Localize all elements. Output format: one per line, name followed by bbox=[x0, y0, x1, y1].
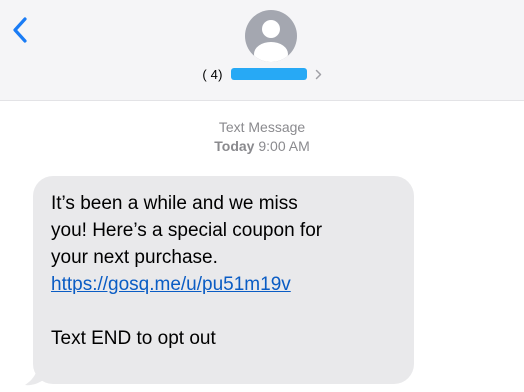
message-meta: Text Message Today 9:00 AM bbox=[0, 118, 524, 156]
timestamp-time: 9:00 AM bbox=[258, 138, 310, 154]
conversation-header: ( 4) bbox=[0, 0, 524, 101]
messages-screen: ( 4) Text Message Today 9:00 AM It’s bee… bbox=[0, 0, 524, 392]
contact-details-button[interactable]: ( 4) bbox=[0, 63, 524, 85]
person-silhouette-icon bbox=[245, 10, 297, 62]
timestamp-day: Today bbox=[214, 138, 255, 154]
message-timestamp: Today 9:00 AM bbox=[0, 137, 524, 156]
message-text-line: It’s been a while and we miss bbox=[51, 193, 298, 214]
contact-number: ( 4) bbox=[202, 66, 223, 82]
message-optout-text: Text END to opt out bbox=[51, 328, 216, 349]
chevron-left-icon bbox=[13, 17, 27, 43]
message-link[interactable]: https://gosq.me/u/pu51m19v bbox=[51, 271, 396, 298]
redaction-mark bbox=[230, 68, 307, 80]
bubble-tail bbox=[25, 362, 46, 386]
message-type-label: Text Message bbox=[218, 119, 306, 135]
incoming-message-bubble[interactable]: It’s been a while and we miss you! Here’… bbox=[33, 176, 414, 384]
contact-avatar[interactable] bbox=[245, 10, 297, 62]
chevron-right-icon bbox=[315, 69, 322, 80]
back-button[interactable] bbox=[12, 8, 52, 52]
message-text-line: your next purchase. bbox=[51, 247, 218, 268]
message-text-line: you! Here’s a special coupon for bbox=[51, 220, 323, 241]
